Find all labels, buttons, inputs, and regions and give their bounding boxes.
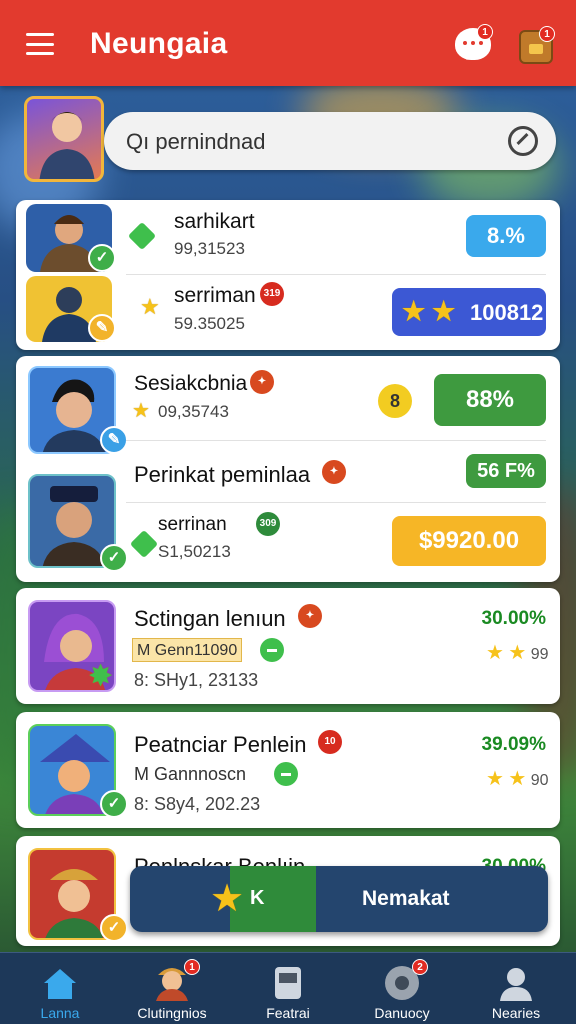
player-score: 09,35743 [158,402,229,421]
player-score: 59.35025 [174,314,245,333]
star-icon: ★ [140,294,160,319]
leaderboard-card-1: ✓ sarhikart 99,31523 8.% ✎ ★ serriman 31… [16,200,560,350]
flame-badge-icon: ✦ [298,604,322,628]
status-dot-icon: ▬ [260,638,284,662]
stat-pill[interactable]: ★ ★ 100812 [392,288,546,336]
hamburger-menu-icon[interactable] [26,33,54,55]
player-score: S1,50213 [158,542,231,561]
list-item[interactable]: ✎ Sesiakcbnia ✦ ★ 09,35743 8 88% [16,356,560,454]
nav-label: Danuocy [374,1005,430,1021]
coin-icon: 8 [378,384,412,418]
check-badge-icon: ✓ [100,914,128,942]
guild-tag: M Gannnoscn [134,764,247,784]
bottom-nav: Lanna 1 Clutingnios Featrai 2 Danuocy Ne… [0,952,576,1024]
compass-icon[interactable] [508,126,538,156]
nav-badge: 1 [184,959,200,975]
stat-value: 100812 [470,300,544,325]
profile-icon [500,968,532,1001]
rating-value: 90 [530,772,549,789]
chat-icon[interactable]: 1 [455,24,493,60]
search-input[interactable]: Qı pernindnad [104,112,556,170]
list-item[interactable]: ✓ sarhikart 99,31523 8.% [16,200,560,274]
app-title: Neungaia [90,27,228,60]
stat-pill[interactable]: 8.% [466,215,546,257]
win-percentage: 30.00% [481,608,546,629]
guild-tag: M Genn11090 [132,638,243,662]
check-badge-icon: ✓ [100,544,128,572]
player-name: serriman [174,284,256,307]
player-name: Sesiakcbnia [134,372,248,395]
player-name: Sctingan lenıun [134,606,286,631]
shop-bag-icon[interactable]: 1 [519,26,555,64]
nav-badge: 2 [412,959,428,975]
nav-label: Lanna [40,1005,80,1021]
star-icon: ★ [210,878,245,920]
star-icon: ★ [402,296,426,326]
cta-left-label: K [250,887,265,909]
rating: ★ ★ 99 [486,642,549,664]
rank-badge: 309 [256,512,280,536]
top-bar: Neungaia 1 1 [0,0,576,86]
rank-badge: 10 [318,730,342,754]
home-icon [44,969,76,999]
device-icon [275,967,301,999]
rank-badge: 319 [260,282,284,306]
nav-item-home[interactable]: Lanna [10,953,110,1024]
stat-pill[interactable]: 88% [434,374,546,426]
rating: ★ ★ 90 [486,768,549,790]
nav-item-characters[interactable]: 1 Clutingnios [122,953,222,1024]
bag-badge: 1 [539,26,555,42]
search-text: Qı pernindnad [126,129,266,154]
player-name: Perinkat peminlaa [134,462,311,487]
player-name: sarhikart [174,210,255,233]
user-avatar[interactable] [24,96,104,182]
nav-item-nearby[interactable]: Nearies [466,953,566,1024]
leaderboard-card-2: ✎ Sesiakcbnia ✦ ★ 09,35743 8 88% Perinka… [16,356,560,582]
nav-label: Clutingnios [137,1005,207,1021]
green-gem-icon [127,221,157,251]
win-percentage: 39.09% [481,734,546,755]
green-gem-icon [129,529,159,559]
leaderboard-card-4[interactable]: ✓ Peatnciar Penlein 10 M Gannnoscn ▬ 8: … [16,712,560,828]
search-row: Qı pernindnad [24,96,558,184]
cta-label: Nemakat [362,887,450,910]
chat-badge: 1 [477,24,493,40]
check-badge-icon: ✓ [100,790,128,818]
rating-value: 99 [530,646,549,663]
check-badge-icon: ✓ [88,244,116,272]
edit-badge-icon: ✎ [88,314,116,342]
player-score: 8: S8y4, 202.23 [134,794,261,814]
flame-badge-icon: ✦ [322,460,346,484]
nav-label: Nearies [491,1005,541,1021]
nav-item-discover[interactable]: 2 Danuocy [352,953,452,1024]
flame-badge-icon: ✦ [250,370,274,394]
player-name: Peatnciar Penlein [134,732,307,757]
stat-pill[interactable]: $9920.00 [392,516,546,566]
player-score: 99,31523 [174,239,245,258]
list-item[interactable]: ✎ ★ serriman 319 59.35025 ★ ★ 100812 [16,274,560,350]
stat-pill[interactable]: 56 F% [466,454,546,488]
nav-label: Featrai [266,1005,310,1021]
status-dot-icon: ▬ [274,762,298,786]
star-icon: ★ [432,296,456,326]
player-name: serrinan [158,514,227,535]
star-icon: ★ [132,400,150,422]
player-score: 8: SHy1, 23133 [134,670,259,690]
nav-item-featured[interactable]: Featrai [238,953,338,1024]
star-badge-icon: ✸ [88,660,114,693]
action-button[interactable]: ★ K Nemakat [130,866,548,932]
leaderboard-card-3[interactable]: ✸ Sctingan lenıun ✦ M Genn11090 ▬ 8: SHy… [16,588,560,704]
list-item[interactable]: ✓ serrinan 309 S1,50213 $9920.00 [16,502,560,582]
